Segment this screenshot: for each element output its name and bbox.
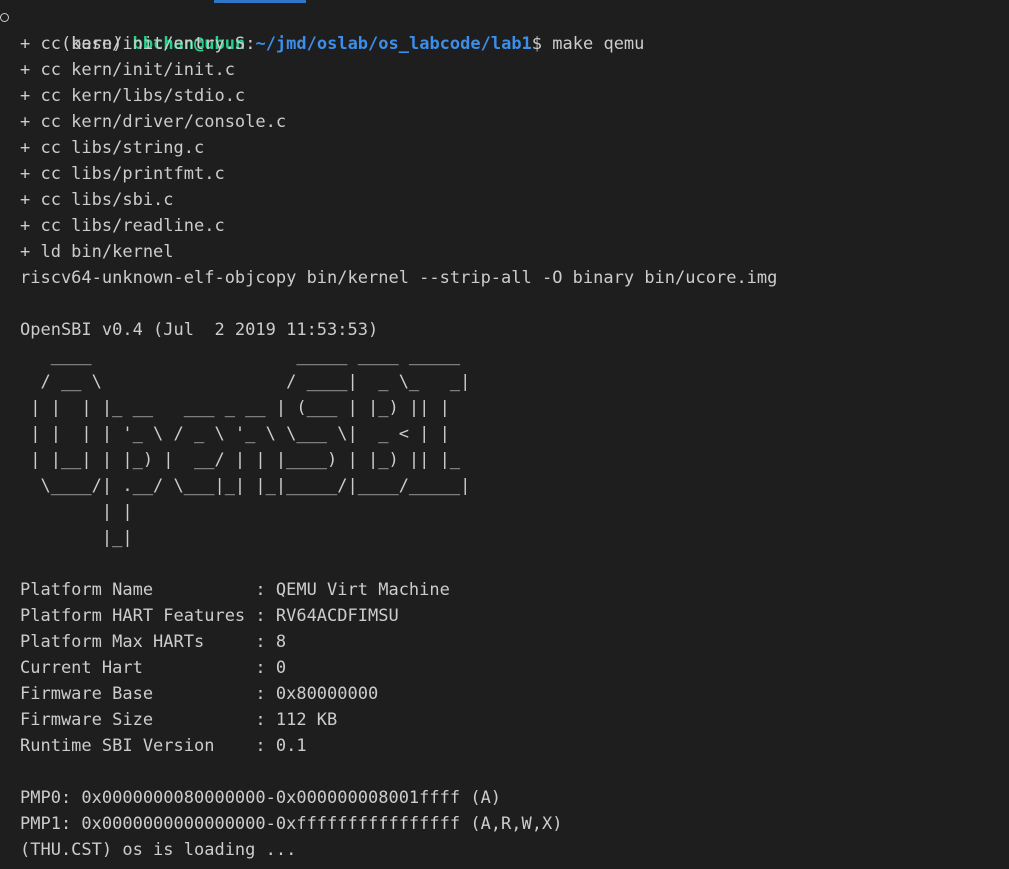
build-line: + cc kern/driver/console.c — [20, 112, 287, 132]
ascii-art-line: | |__| | |_) | __/ | | |____) | |_) || |… — [20, 450, 461, 470]
platform-info-line: Firmware Size : 112 KB — [20, 710, 338, 730]
platform-info-line: Current Hart : 0 — [20, 658, 287, 678]
platform-info-line: Platform Name : QEMU Virt Machine — [20, 580, 450, 600]
build-line: + cc kern/libs/stdio.c — [20, 86, 246, 106]
platform-info: Platform Name : QEMU Virt Machine Platfo… — [0, 577, 1009, 759]
platform-info-line: Firmware Base : 0x80000000 — [20, 684, 379, 704]
ascii-art-line: | | | |_ __ ___ _ __ | (___ | |_) || | — [20, 398, 450, 418]
platform-info-line: Runtime SBI Version : 0.1 — [20, 736, 307, 756]
pmp-info: PMP0: 0x0000000080000000-0x000000008001f… — [0, 785, 1009, 837]
scrolled-out-text-fragment — [214, 0, 306, 3]
build-line: + cc libs/readline.c — [20, 216, 225, 236]
pmp-line: PMP1: 0x0000000000000000-0xfffffffffffff… — [20, 814, 563, 834]
build-line: + cc kern/init/entry.S — [20, 34, 246, 54]
opensbi-banner: OpenSBI v0.4 (Jul 2 2019 11:53:53) — [20, 320, 379, 340]
ascii-art-line: | | | | '_ \ / _ \ '_ \ \___ \| _ < | | — [20, 424, 450, 444]
platform-info-line: Platform Max HARTs : 8 — [20, 632, 287, 652]
build-output: + cc kern/init/entry.S + cc kern/init/in… — [0, 31, 1009, 291]
opensbi-ascii-logo: ____ _____ ____ _____ / __ \ / ____| _ \… — [0, 343, 1009, 551]
build-line: + ld bin/kernel — [20, 242, 174, 262]
objcopy-line: riscv64-unknown-elf-objcopy bin/kernel -… — [20, 268, 778, 288]
pmp-line: PMP0: 0x0000000080000000-0x000000008001f… — [20, 788, 502, 808]
ascii-art-line: | | — [20, 502, 133, 522]
build-line: + cc libs/sbi.c — [20, 190, 174, 210]
ascii-art-line: |_| — [20, 528, 133, 548]
build-line: + cc libs/string.c — [20, 138, 205, 158]
terminal-panel[interactable]: (base) bbchan@ubun:~/jmd/oslab/os_labcod… — [0, 0, 1009, 869]
ascii-art-line: ____ _____ ____ _____ — [20, 346, 461, 366]
ascii-art-line: \____/| .__/ \___|_| |_|_____/|____/____… — [20, 476, 471, 496]
os-loading-line: (THU.CST) os is loading ... — [20, 840, 297, 860]
ascii-art-line: / __ \ / ____| _ \_ _| — [20, 372, 471, 392]
command-prompt-line: (base) bbchan@ubun:~/jmd/oslab/os_labcod… — [0, 5, 1009, 54]
platform-info-line: Platform HART Features : RV64ACDFIMSU — [20, 606, 399, 626]
command-decoration-circle-icon[interactable] — [0, 13, 9, 22]
build-line: + cc kern/init/init.c — [20, 60, 235, 80]
build-line: + cc libs/printfmt.c — [20, 164, 225, 184]
